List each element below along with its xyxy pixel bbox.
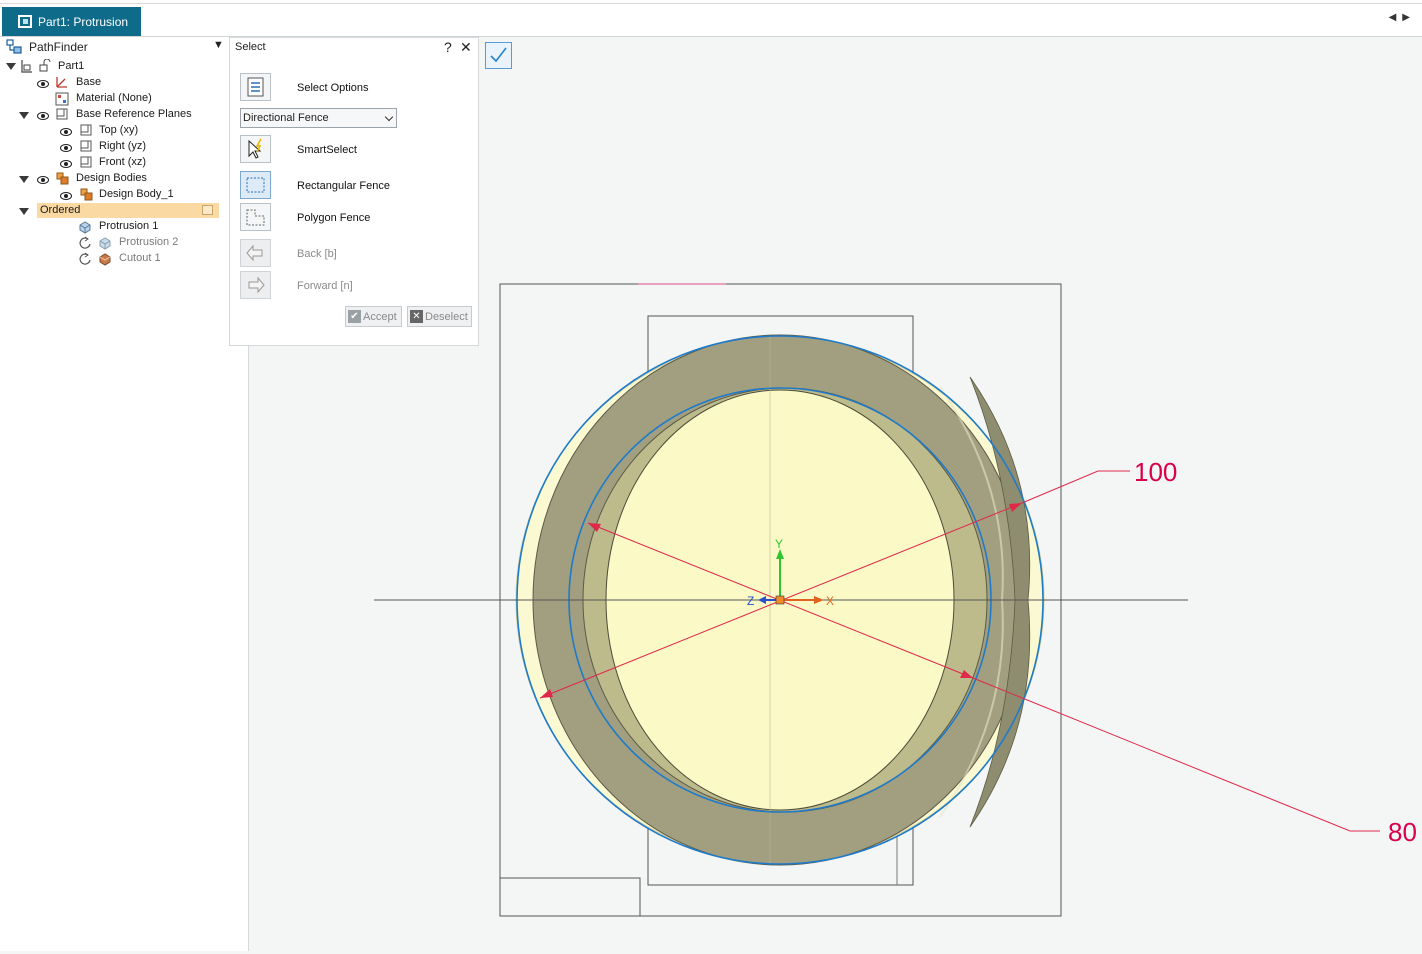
- visibility-eye-icon[interactable]: [60, 144, 72, 152]
- tree-item-design-body-1[interactable]: Design Body_1: [99, 188, 174, 200]
- visibility-eye-icon[interactable]: [60, 192, 72, 200]
- document-tab-label: Part1: Protrusion: [38, 14, 129, 29]
- material-icon: [55, 92, 69, 106]
- design-body-icon: [80, 188, 93, 201]
- pathfinder-icon: [6, 39, 22, 54]
- tab-scroll-arrows[interactable]: ◀▶: [1389, 12, 1416, 23]
- pathfinder-header: PathFinder ▼: [0, 37, 229, 57]
- tree-item-material[interactable]: Material (None): [76, 92, 152, 104]
- reference-planes-icon: [56, 108, 68, 120]
- expand-planes-icon[interactable]: [19, 112, 29, 119]
- expand-ordered-icon[interactable]: [19, 208, 29, 215]
- visibility-eye-icon[interactable]: [37, 176, 49, 184]
- triad-z-label: Z: [747, 594, 754, 608]
- plane-icon: [80, 124, 92, 136]
- triad-y-label: Y: [775, 537, 783, 551]
- tree-item-base-reference-planes[interactable]: Base Reference Planes: [76, 108, 192, 120]
- visibility-eye-icon[interactable]: [37, 112, 49, 120]
- base-csys-icon: [56, 77, 67, 88]
- pathfinder-panel: PathFinder ▼ Part1 Base Material (None) …: [0, 37, 249, 951]
- rollback-icon: [79, 252, 91, 265]
- plane-icon: [80, 156, 92, 168]
- expand-part1-icon[interactable]: [6, 63, 16, 70]
- cutout-icon: [99, 253, 111, 266]
- dimension-label-80[interactable]: 80: [1388, 817, 1417, 847]
- part-document-icon: [18, 15, 32, 28]
- dimension-label-100[interactable]: 100: [1134, 457, 1177, 487]
- tree-item-protrusion-1[interactable]: Protrusion 1: [99, 220, 158, 232]
- part-icon: [21, 60, 32, 73]
- tree-item-front-plane[interactable]: Front (xz): [99, 156, 146, 168]
- tree-item-right-plane[interactable]: Right (yz): [99, 140, 146, 152]
- document-tab[interactable]: Part1: Protrusion: [2, 7, 141, 36]
- tree-item-cutout-1[interactable]: Cutout 1: [119, 252, 161, 264]
- expand-design-bodies-icon[interactable]: [19, 176, 29, 183]
- pathfinder-title: PathFinder: [29, 40, 88, 54]
- unlock-icon: [39, 59, 51, 72]
- plane-icon: [80, 140, 92, 152]
- sketch-frame-corner: [499, 877, 641, 917]
- triad-x-label: X: [826, 594, 834, 608]
- tree-item-design-bodies[interactable]: Design Bodies: [76, 172, 147, 184]
- top-divider: [0, 3, 1422, 4]
- protrusion-icon: [99, 237, 111, 250]
- protrusion-icon: [79, 221, 91, 234]
- tree-item-protrusion-2[interactable]: Protrusion 2: [119, 236, 178, 248]
- graphics-viewport[interactable]: 100 80 Y X Z: [250, 37, 1422, 951]
- tree-item-top-plane[interactable]: Top (xy): [99, 124, 138, 136]
- tree-item-base[interactable]: Base: [76, 76, 101, 88]
- pathfinder-menu-icon[interactable]: ▼: [213, 39, 224, 51]
- visibility-eye-icon[interactable]: [37, 80, 49, 88]
- design-bodies-icon: [56, 172, 69, 185]
- rollback-icon: [79, 236, 91, 249]
- document-tab-bar: Part1: Protrusion ◀▶: [0, 0, 1422, 37]
- visibility-eye-icon[interactable]: [60, 160, 72, 168]
- ordered-check-icon[interactable]: [202, 205, 213, 215]
- tree-item-part1[interactable]: Part1: [58, 60, 84, 72]
- model-view[interactable]: 100 80 Y X Z: [250, 37, 1422, 951]
- tree-item-ordered[interactable]: Ordered: [40, 204, 80, 216]
- visibility-eye-icon[interactable]: [60, 128, 72, 136]
